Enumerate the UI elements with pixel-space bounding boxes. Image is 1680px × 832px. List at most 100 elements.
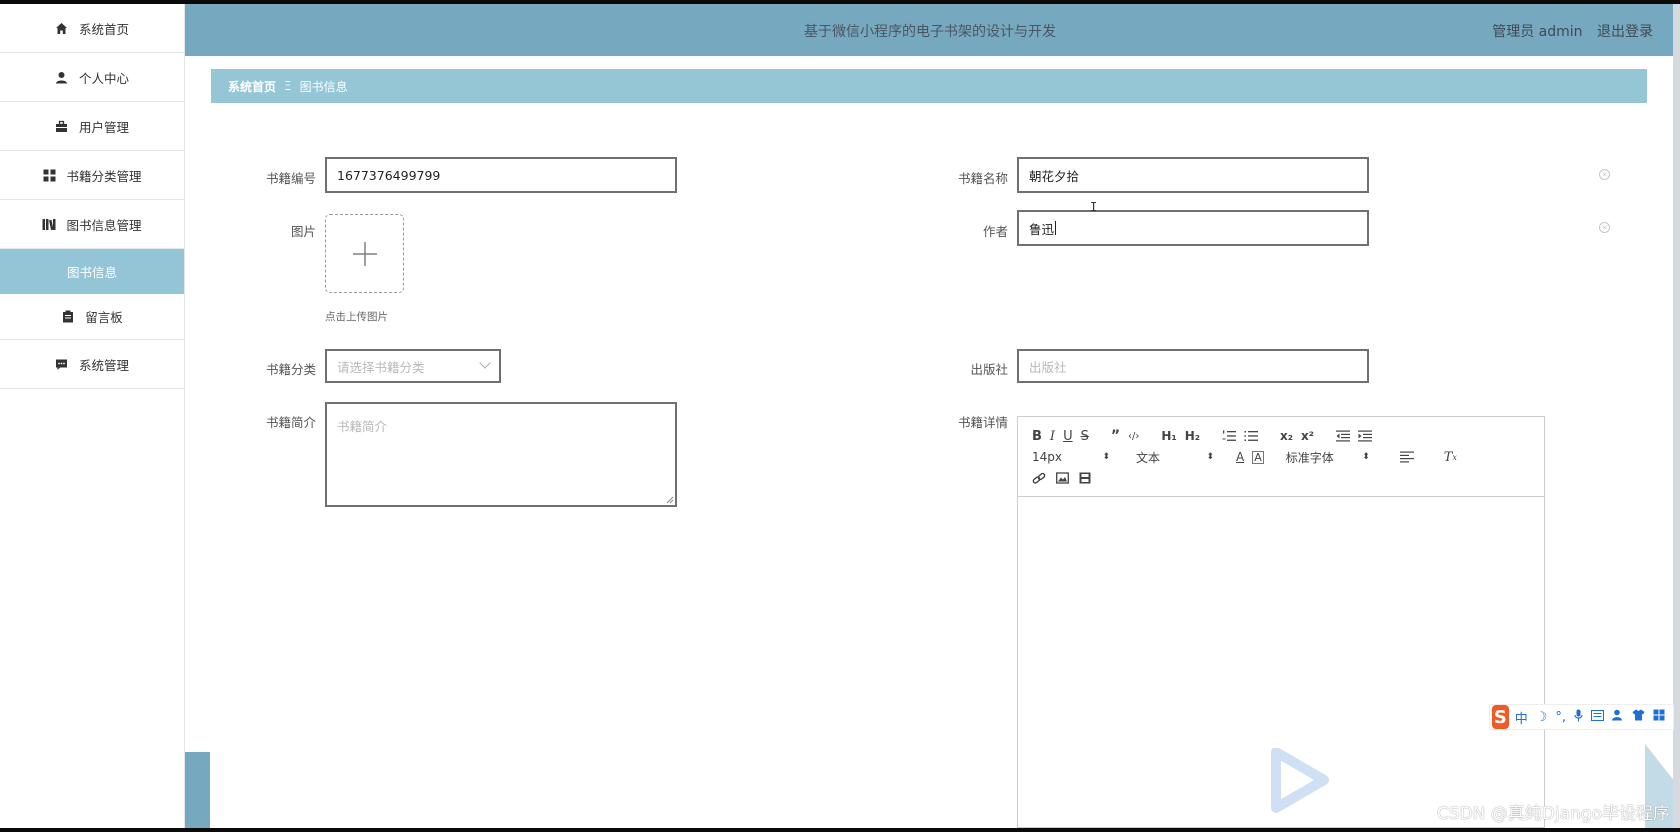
sidebar-item-message-board[interactable]: 留言板 — [0, 294, 184, 340]
sidebar-item-label: 个人中心 — [78, 70, 129, 86]
background-color-icon[interactable]: A — [1252, 450, 1264, 464]
video-icon[interactable] — [1079, 470, 1091, 486]
font-size-value: 14px — [1032, 450, 1062, 464]
sidebar-item-users[interactable]: 用户管理 — [0, 102, 184, 151]
scrollbar[interactable] — [1673, 4, 1680, 828]
intro-placeholder: 书籍简介 — [337, 419, 388, 434]
keyboard-icon[interactable] — [1590, 709, 1605, 725]
plus-icon — [352, 241, 377, 266]
clear-icon[interactable]: ✕ — [1599, 169, 1610, 180]
publisher-label: 出版社 — [970, 362, 1008, 377]
author-input[interactable]: 鲁迅 — [1017, 210, 1369, 246]
category-placeholder: 请选择书籍分类 — [337, 359, 425, 375]
intro-label: 书籍简介 — [265, 415, 316, 430]
ime-toolbar[interactable]: S 中 ☽ °, — [1489, 704, 1674, 730]
book-no-input[interactable]: 1677376499799 — [325, 157, 677, 193]
align-icon[interactable] — [1399, 449, 1414, 465]
punctuation-icon[interactable]: °, — [1555, 710, 1566, 725]
sidebar-item-home[interactable]: 系统首页 — [0, 4, 184, 53]
indent-icon[interactable] — [1358, 428, 1373, 444]
author-value: 鲁迅 — [1029, 221, 1055, 237]
underline-icon[interactable]: U — [1063, 428, 1073, 444]
home-icon — [55, 21, 69, 35]
resize-handle-icon[interactable] — [666, 496, 674, 504]
clear-icon[interactable]: ✕ — [1599, 222, 1610, 233]
bold-icon[interactable]: B — [1032, 428, 1042, 444]
breadcrumb: 系统首页 Ξ 图书信息 — [211, 69, 1647, 103]
bullet-list-icon[interactable] — [1244, 428, 1259, 444]
image-icon[interactable] — [1056, 470, 1069, 486]
briefcase-icon — [55, 119, 69, 133]
sidebar-item-label: 用户管理 — [78, 119, 129, 135]
sidebar-item-book-info-mgmt[interactable]: 图书信息管理 — [0, 200, 184, 249]
updown-icon: ⬍ — [1362, 452, 1370, 462]
header2-icon[interactable]: H₂ — [1185, 428, 1200, 444]
sidebar-item-label: 系统首页 — [78, 21, 129, 37]
book-name-input[interactable]: 朝花夕拾 — [1017, 157, 1369, 193]
grid-icon — [42, 168, 56, 182]
breadcrumb-home[interactable]: 系统首页 — [228, 78, 276, 95]
code-icon[interactable]: ‹/› — [1128, 428, 1139, 444]
user-area: 管理员 admin 退出登录 — [1492, 21, 1653, 41]
sidebar-item-label: 留言板 — [85, 310, 123, 325]
video-player-logo-icon — [1271, 748, 1329, 813]
app-window: 系统首页 个人中心 用户管理 书籍分类管理 图书信息管理 图书信息 留言板 系统… — [0, 4, 1680, 828]
text-cursor — [1055, 221, 1057, 235]
font-color-icon[interactable]: A — [1236, 449, 1244, 465]
chat-icon — [55, 357, 69, 371]
mouse-cursor-icon: I — [1090, 200, 1098, 214]
category-label: 书籍分类 — [265, 362, 316, 377]
updown-icon: ⬍ — [1206, 452, 1214, 462]
ordered-list-icon[interactable] — [1222, 428, 1237, 444]
user-icon — [55, 70, 69, 84]
publisher-placeholder: 出版社 — [1029, 359, 1067, 375]
microphone-icon[interactable] — [1574, 709, 1583, 726]
strikethrough-icon[interactable]: S — [1081, 428, 1089, 444]
author-label: 作者 — [982, 224, 1008, 239]
detail-label: 书籍详情 — [957, 415, 1008, 430]
toolbar-row-3 — [1032, 469, 1099, 487]
paragraph-value: 文本 — [1136, 450, 1161, 465]
user-account-icon[interactable] — [1612, 709, 1624, 725]
sogou-logo-icon: S — [1492, 705, 1509, 729]
book-name-label: 书籍名称 — [957, 171, 1008, 186]
book-name-value: 朝花夕拾 — [1029, 168, 1080, 184]
sidebar-item-system[interactable]: 系统管理 — [0, 340, 184, 389]
paragraph-select[interactable]: 文本 ⬍ — [1136, 449, 1214, 465]
italic-icon[interactable]: I — [1050, 428, 1055, 444]
toolbox-icon[interactable] — [1653, 709, 1665, 725]
breadcrumb-current: 图书信息 — [299, 79, 348, 94]
breadcrumb-separator: Ξ — [284, 79, 292, 93]
chevron-down-icon — [479, 357, 491, 369]
image-upload[interactable] — [325, 214, 404, 293]
link-icon[interactable] — [1032, 470, 1046, 486]
sidebar-item-categories[interactable]: 书籍分类管理 — [0, 151, 184, 200]
watermark-text: CSDN @真纯Django毕设程序 — [1436, 804, 1670, 824]
outdent-icon[interactable] — [1336, 428, 1351, 444]
moon-icon[interactable]: ☽ — [1536, 710, 1548, 725]
user-label: 管理员 admin — [1492, 24, 1583, 40]
sidebar-subitem-book-info[interactable]: 图书信息 — [0, 249, 184, 294]
toolbar-row-2: 14px ⬍ 文本 ⬍ A A 标准字体 ⬍ Tx — [1032, 448, 1465, 466]
editor-toolbar: B I U S ” ‹/› H₁ H₂ x₂ x² 14px ⬍ 文本 ⬍ A … — [1018, 417, 1544, 497]
blockquote-icon[interactable]: ” — [1111, 428, 1120, 444]
category-select[interactable]: 请选择书籍分类 — [325, 349, 501, 383]
sidebar-item-profile[interactable]: 个人中心 — [0, 53, 184, 102]
skin-icon[interactable] — [1632, 709, 1645, 725]
toolbar-row-1: B I U S ” ‹/› H₁ H₂ x₂ x² — [1032, 427, 1380, 445]
intro-textarea[interactable]: 书籍简介 — [325, 402, 677, 507]
sidebar-item-label: 书籍分类管理 — [66, 168, 142, 184]
decorative-shape-left — [185, 752, 210, 828]
font-size-select[interactable]: 14px ⬍ — [1032, 449, 1110, 465]
font-family-value: 标准字体 — [1285, 450, 1334, 465]
superscript-icon[interactable]: x² — [1301, 428, 1314, 444]
ime-mode-label[interactable]: 中 — [1515, 708, 1528, 727]
header1-icon[interactable]: H₁ — [1161, 428, 1176, 444]
book-no-label: 书籍编号 — [265, 171, 316, 186]
clear-format-icon[interactable]: Tx — [1444, 449, 1457, 465]
clipboard-icon — [61, 310, 75, 324]
logout-link[interactable]: 退出登录 — [1597, 24, 1653, 40]
font-family-select[interactable]: 标准字体 ⬍ — [1286, 449, 1370, 465]
subscript-icon[interactable]: x₂ — [1280, 428, 1293, 444]
publisher-input[interactable]: 出版社 — [1017, 349, 1369, 383]
